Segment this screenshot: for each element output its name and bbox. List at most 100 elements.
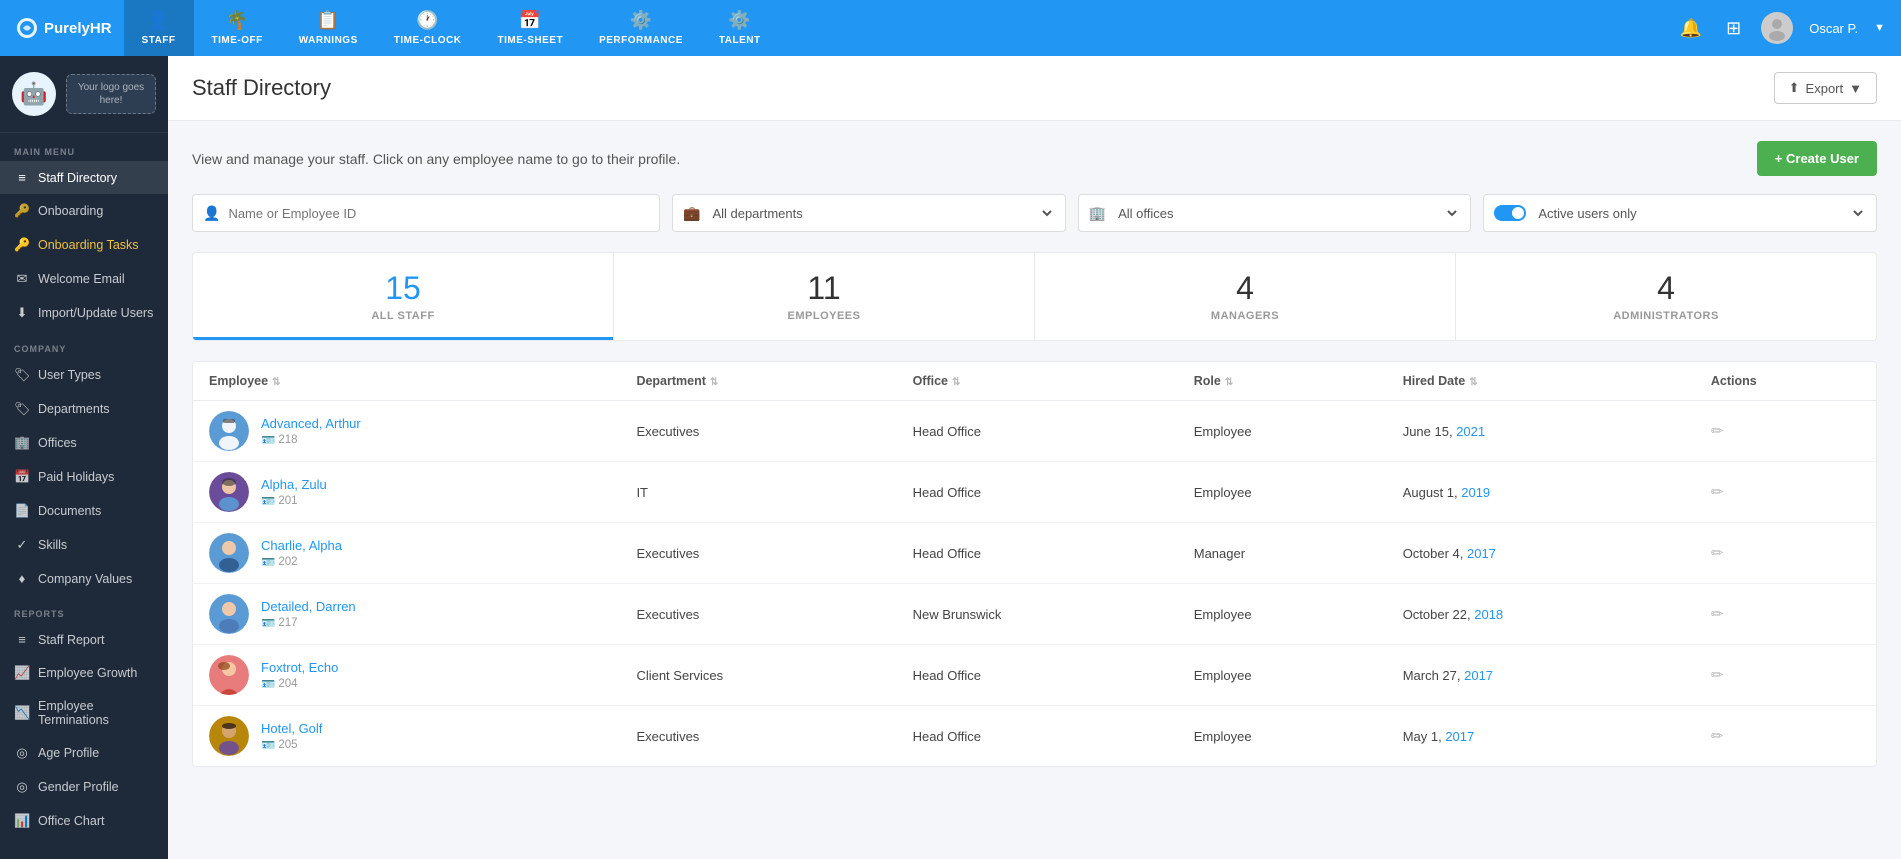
nav-item-time-sheet[interactable]: 📅TIME-SHEET bbox=[480, 0, 582, 56]
edit-icon[interactable]: ✏ bbox=[1711, 423, 1724, 440]
status-filter-select[interactable]: Active users onlyAll usersInactive users… bbox=[1534, 205, 1866, 222]
hired-date-cell: August 1, 2019 bbox=[1387, 462, 1695, 523]
departments-icon: 🏷 bbox=[14, 401, 30, 417]
company-label: COMPANY bbox=[0, 330, 168, 358]
sidebar-item-paid-holidays[interactable]: 📅Paid Holidays bbox=[0, 460, 168, 494]
time-sheet-icon: 📅 bbox=[519, 10, 542, 31]
staff-directory-label: Staff Directory bbox=[38, 171, 117, 185]
stats-tabs: 15ALL STAFF11EMPLOYEES4MANAGERS4ADMINIST… bbox=[192, 252, 1877, 341]
sidebar-item-user-types[interactable]: 🏷User Types bbox=[0, 358, 168, 392]
sidebar-item-office-chart[interactable]: 📊Office Chart bbox=[0, 804, 168, 838]
hired-date-cell: May 1, 2017 bbox=[1387, 706, 1695, 767]
sidebar-item-onboarding[interactable]: 🔑Onboarding bbox=[0, 194, 168, 228]
col-header-role[interactable]: Role⇅ bbox=[1178, 362, 1387, 401]
role-cell: Employee bbox=[1178, 401, 1387, 462]
onboarding-tasks-icon: 🔑 bbox=[14, 237, 30, 253]
nav-item-talent[interactable]: ⚙️TALENT bbox=[701, 0, 779, 56]
col-header-office[interactable]: Office⇅ bbox=[897, 362, 1178, 401]
office-chart-icon: 📊 bbox=[14, 813, 30, 829]
employee-name[interactable]: Alpha, Zulu bbox=[261, 477, 327, 492]
sidebar-item-onboarding-tasks[interactable]: 🔑Onboarding Tasks bbox=[0, 228, 168, 262]
age-profile-icon: ◎ bbox=[14, 745, 30, 761]
nav-right: 🔔 ⊞ Oscar P. ▼ bbox=[1676, 12, 1885, 44]
filters-row: 👤 💼 All departmentsExecutivesITClient Se… bbox=[192, 194, 1877, 232]
employee-name[interactable]: Detailed, Darren bbox=[261, 599, 356, 614]
all-staff-label: ALL STAFF bbox=[205, 310, 601, 322]
stats-tab-managers[interactable]: 4MANAGERS bbox=[1035, 253, 1456, 340]
office-filter-select[interactable]: All officesHead OfficeNew Brunswick bbox=[1114, 205, 1460, 222]
sidebar-item-import-update[interactable]: ⬇Import/Update Users bbox=[0, 296, 168, 330]
table-row: Detailed, Darren 🪪 217 Executives New Br… bbox=[193, 584, 1876, 645]
documents-icon: 📄 bbox=[14, 503, 30, 519]
nav-item-performance[interactable]: ⚙️PERFORMANCE bbox=[581, 0, 701, 56]
nav-item-time-off[interactable]: 🌴TIME-OFF bbox=[194, 0, 281, 56]
nav-item-staff[interactable]: 👤STAFF bbox=[124, 0, 194, 56]
user-name[interactable]: Oscar P. bbox=[1809, 21, 1858, 36]
employee-growth-icon: 📈 bbox=[14, 665, 30, 681]
sort-icon: ⇅ bbox=[1225, 377, 1233, 388]
top-navigation: PurelyHR 👤STAFF🌴TIME-OFF📋WARNINGS🕐TIME-C… bbox=[0, 0, 1901, 56]
performance-icon: ⚙️ bbox=[630, 10, 653, 31]
staff-label: STAFF bbox=[142, 35, 176, 46]
employee-name[interactable]: Hotel, Golf bbox=[261, 721, 322, 736]
notification-bell[interactable]: 🔔 bbox=[1676, 14, 1706, 43]
col-header-hired-date[interactable]: Hired Date⇅ bbox=[1387, 362, 1695, 401]
onboarding-icon: 🔑 bbox=[14, 203, 30, 219]
time-off-icon: 🌴 bbox=[226, 10, 249, 31]
sidebar-item-employee-growth[interactable]: 📈Employee Growth bbox=[0, 656, 168, 690]
sidebar-item-company-values[interactable]: ♦Company Values bbox=[0, 562, 168, 595]
employee-cell: Advanced, Arthur 🪪 218 bbox=[193, 401, 620, 462]
employee-id: 🪪 202 bbox=[261, 555, 342, 569]
gender-profile-icon: ◎ bbox=[14, 779, 30, 795]
office-cell: New Brunswick bbox=[897, 584, 1178, 645]
sidebar-item-gender-profile[interactable]: ◎Gender Profile bbox=[0, 770, 168, 804]
edit-icon[interactable]: ✏ bbox=[1711, 728, 1724, 745]
actions-cell: ✏ bbox=[1695, 584, 1876, 645]
create-user-button[interactable]: + Create User bbox=[1757, 141, 1877, 176]
nav-item-time-clock[interactable]: 🕐TIME-CLOCK bbox=[376, 0, 480, 56]
hired-date-cell: October 4, 2017 bbox=[1387, 523, 1695, 584]
employee-name[interactable]: Advanced, Arthur bbox=[261, 416, 361, 431]
sidebar-item-welcome-email[interactable]: ✉Welcome Email bbox=[0, 262, 168, 296]
nav-item-warnings[interactable]: 📋WARNINGS bbox=[281, 0, 376, 56]
col-header-employee[interactable]: Employee⇅ bbox=[193, 362, 620, 401]
staff-table: Employee⇅Department⇅Office⇅Role⇅Hired Da… bbox=[192, 361, 1877, 767]
brand-logo[interactable]: PurelyHR bbox=[16, 17, 112, 39]
edit-icon[interactable]: ✏ bbox=[1711, 484, 1724, 501]
edit-icon[interactable]: ✏ bbox=[1711, 667, 1724, 684]
employee-cell: Hotel, Golf 🪪 205 bbox=[193, 706, 620, 767]
edit-icon[interactable]: ✏ bbox=[1711, 606, 1724, 623]
stats-tab-all-staff[interactable]: 15ALL STAFF bbox=[193, 253, 614, 340]
table-row: Alpha, Zulu 🪪 201 IT Head Office Employe… bbox=[193, 462, 1876, 523]
export-button[interactable]: ⬆ Export ▼ bbox=[1774, 72, 1877, 104]
age-profile-label: Age Profile bbox=[38, 746, 99, 760]
warnings-label: WARNINGS bbox=[299, 35, 358, 46]
employee-cell: Alpha, Zulu 🪪 201 bbox=[193, 462, 620, 523]
user-avatar[interactable] bbox=[1761, 12, 1793, 44]
employee-name[interactable]: Charlie, Alpha bbox=[261, 538, 342, 553]
user-dropdown-icon[interactable]: ▼ bbox=[1874, 22, 1885, 34]
role-cell: Employee bbox=[1178, 584, 1387, 645]
edit-icon[interactable]: ✏ bbox=[1711, 545, 1724, 562]
grid-button[interactable]: ⊞ bbox=[1722, 14, 1745, 43]
sidebar-item-staff-directory[interactable]: ≡Staff Directory bbox=[0, 161, 168, 194]
stats-tab-administrators[interactable]: 4ADMINISTRATORS bbox=[1456, 253, 1876, 340]
sidebar-item-departments[interactable]: 🏷Departments bbox=[0, 392, 168, 426]
name-filter-input[interactable] bbox=[228, 206, 649, 221]
employee-name[interactable]: Foxtrot, Echo bbox=[261, 660, 338, 675]
sidebar-item-skills[interactable]: ✓Skills bbox=[0, 528, 168, 562]
talent-icon: ⚙️ bbox=[728, 10, 751, 31]
active-toggle[interactable] bbox=[1494, 205, 1526, 221]
content-header: Staff Directory ⬆ Export ▼ bbox=[168, 56, 1901, 121]
sidebar-item-offices[interactable]: 🏢Offices bbox=[0, 426, 168, 460]
sidebar-item-documents[interactable]: 📄Documents bbox=[0, 494, 168, 528]
actions-cell: ✏ bbox=[1695, 645, 1876, 706]
col-header-department[interactable]: Department⇅ bbox=[620, 362, 896, 401]
sidebar-item-age-profile[interactable]: ◎ Age Profile bbox=[0, 736, 168, 770]
sidebar-item-employee-terminations[interactable]: 📉Employee Terminations bbox=[0, 690, 168, 736]
employee-avatar bbox=[209, 411, 249, 451]
department-filter-select[interactable]: All departmentsExecutivesITClient Servic… bbox=[708, 205, 1054, 222]
stats-tab-employees[interactable]: 11EMPLOYEES bbox=[614, 253, 1035, 340]
sidebar-item-staff-report[interactable]: ≡Staff Report bbox=[0, 623, 168, 656]
office-filter-wrap: 🏢 All officesHead OfficeNew Brunswick bbox=[1078, 194, 1472, 232]
